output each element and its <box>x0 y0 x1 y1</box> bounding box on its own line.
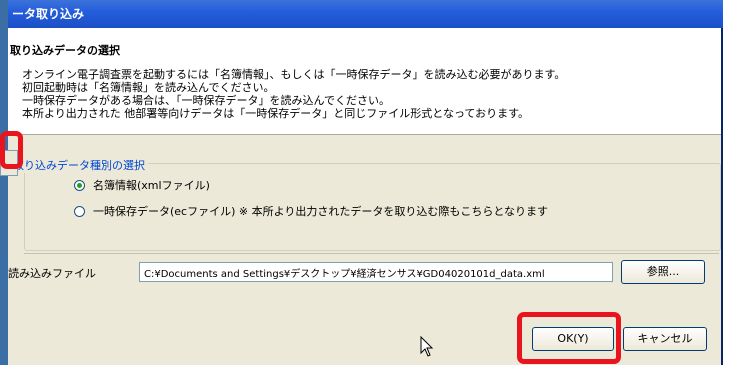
radio-unselected-icon <box>74 205 85 217</box>
background-window <box>0 0 8 365</box>
mouse-cursor-icon <box>420 336 434 357</box>
section-title: 取り込みデータの選択 <box>10 44 120 57</box>
radio-meibo-label: 名簿情報(xmlファイル) <box>93 179 210 192</box>
description: オンライン電子調査票を起動するには「名簿情報」、もしくは「一時保存データ」を読み… <box>22 68 565 120</box>
cancel-button[interactable]: キャンセル <box>623 327 707 351</box>
dialog-titlebar: ータ取り込み <box>8 0 723 28</box>
highlight-box-side <box>0 131 23 169</box>
radio-meibo[interactable]: 名簿情報(xmlファイル) <box>74 177 210 193</box>
description-line: 一時保存データがある場合は、「一時保存データ」を読み込んでください。 <box>22 94 390 107</box>
description-line: 初回起動時は「名簿情報」を読み込んでください。 <box>22 81 275 94</box>
description-line: オンライン電子調査票を起動するには「名簿情報」、もしくは「一時保存データ」を読み… <box>22 68 566 81</box>
file-label: 読み込みファイル <box>8 267 96 280</box>
highlight-box-ok <box>517 312 621 364</box>
radio-selected-icon <box>74 179 85 191</box>
radio-temp-save-label: 一時保存データ(ecファイル) ※ 本所より出力されたデータを取り込む際もこちら… <box>93 205 549 218</box>
divider <box>24 253 719 254</box>
description-line: 本所より出力された 他部署等向けデータは「一時保存データ」と同じファイル形式とな… <box>22 107 529 120</box>
import-dialog: ータ取り込み 取り込みデータの選択 オンライン電子調査票を起動するには「名簿情報… <box>8 0 723 365</box>
browse-button[interactable]: 参照... <box>621 260 705 284</box>
file-path-input[interactable] <box>139 262 613 282</box>
data-type-group-label: 取り込みデータ種別の選択 <box>10 157 148 173</box>
radio-temp-save[interactable]: 一時保存データ(ecファイル) ※ 本所より出力されたデータを取り込む際もこちら… <box>74 203 548 219</box>
